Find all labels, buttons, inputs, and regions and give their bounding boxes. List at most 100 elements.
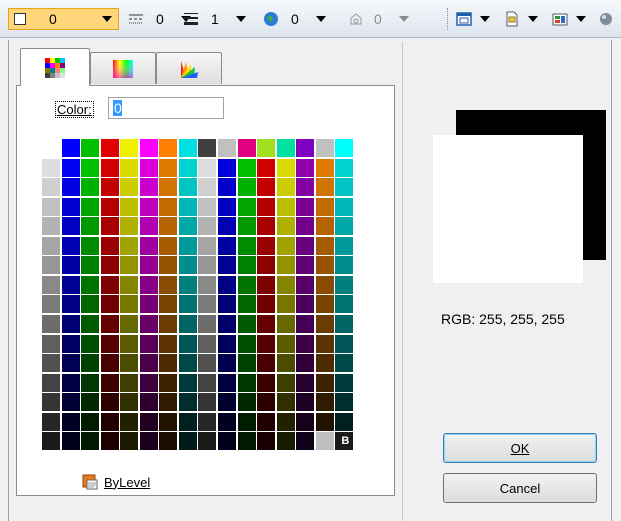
- color-swatch[interactable]: [178, 393, 197, 412]
- color-swatch[interactable]: [335, 275, 354, 294]
- tab-true-color[interactable]: [90, 52, 156, 84]
- color-swatch[interactable]: [296, 217, 315, 236]
- color-swatch[interactable]: [159, 373, 178, 392]
- properties-button[interactable]: [552, 0, 586, 38]
- color-swatch[interactable]: [178, 197, 197, 216]
- color-swatch[interactable]: [296, 393, 315, 412]
- color-swatch[interactable]: [237, 236, 256, 255]
- color-swatch[interactable]: [81, 412, 100, 431]
- color-swatch[interactable]: [257, 432, 276, 451]
- color-swatch[interactable]: [42, 139, 60, 157]
- render-button[interactable]: [598, 0, 614, 38]
- color-swatch[interactable]: [100, 354, 119, 373]
- color-swatch[interactable]: [296, 236, 315, 255]
- color-swatch[interactable]: [315, 412, 334, 431]
- color-swatch[interactable]: [139, 197, 158, 216]
- color-swatch[interactable]: [198, 412, 217, 431]
- color-swatch[interactable]: [120, 275, 139, 294]
- color-swatch[interactable]: [315, 432, 334, 451]
- color-swatch[interactable]: [61, 295, 80, 314]
- color-swatch[interactable]: [120, 373, 139, 392]
- color-swatch[interactable]: [335, 256, 354, 275]
- color-swatch[interactable]: [100, 236, 119, 255]
- color-swatch[interactable]: [218, 178, 237, 197]
- color-swatch[interactable]: [61, 158, 80, 177]
- color-swatch[interactable]: [159, 334, 178, 353]
- color-swatch[interactable]: [81, 275, 100, 294]
- color-index-grid[interactable]: B: [42, 139, 355, 452]
- color-swatch[interactable]: [42, 236, 60, 255]
- color-swatch[interactable]: [42, 217, 60, 236]
- color-swatch[interactable]: [276, 373, 295, 392]
- color-swatch[interactable]: [81, 432, 100, 451]
- color-swatch[interactable]: [178, 295, 197, 314]
- color-dropdown[interactable]: 0: [8, 8, 119, 30]
- color-swatch[interactable]: [198, 197, 217, 216]
- color-swatch[interactable]: [120, 158, 139, 177]
- color-swatch[interactable]: [42, 275, 60, 294]
- color-swatch[interactable]: [178, 217, 197, 236]
- color-swatch[interactable]: [42, 334, 60, 353]
- color-swatch[interactable]: [81, 139, 100, 157]
- color-swatch[interactable]: [237, 158, 256, 177]
- layer-state-button[interactable]: [456, 0, 490, 38]
- color-swatch[interactable]: [42, 178, 60, 197]
- color-swatch[interactable]: [139, 256, 158, 275]
- color-swatch[interactable]: [81, 373, 100, 392]
- color-swatch[interactable]: [139, 412, 158, 431]
- color-swatch[interactable]: [120, 236, 139, 255]
- color-swatch[interactable]: [42, 412, 60, 431]
- color-swatch[interactable]: [81, 393, 100, 412]
- color-swatch[interactable]: [276, 354, 295, 373]
- color-swatch[interactable]: [218, 295, 237, 314]
- color-swatch[interactable]: [315, 315, 334, 334]
- color-swatch[interactable]: [257, 139, 276, 157]
- color-swatch[interactable]: [335, 197, 354, 216]
- color-swatch[interactable]: [61, 373, 80, 392]
- color-swatch[interactable]: [61, 217, 80, 236]
- color-swatch[interactable]: [120, 432, 139, 451]
- color-swatch[interactable]: [237, 139, 256, 157]
- lineweight-dropdown[interactable]: 1: [183, 0, 246, 38]
- color-swatch[interactable]: [139, 334, 158, 353]
- color-swatch[interactable]: [218, 256, 237, 275]
- color-swatch[interactable]: [237, 295, 256, 314]
- color-swatch[interactable]: [257, 295, 276, 314]
- color-swatch[interactable]: [315, 256, 334, 275]
- color-swatch[interactable]: [237, 412, 256, 431]
- color-swatch[interactable]: [42, 393, 60, 412]
- color-swatch[interactable]: [139, 373, 158, 392]
- color-swatch[interactable]: [159, 315, 178, 334]
- color-swatch[interactable]: [335, 354, 354, 373]
- color-swatch[interactable]: [198, 139, 217, 157]
- color-swatch[interactable]: [100, 393, 119, 412]
- color-swatch[interactable]: [139, 236, 158, 255]
- color-swatch[interactable]: [159, 354, 178, 373]
- color-swatch[interactable]: [276, 139, 295, 157]
- tab-color-books[interactable]: [156, 52, 222, 84]
- color-swatch[interactable]: [100, 178, 119, 197]
- color-swatch[interactable]: [237, 275, 256, 294]
- color-swatch[interactable]: [257, 354, 276, 373]
- color-swatch[interactable]: [218, 217, 237, 236]
- color-swatch[interactable]: [257, 236, 276, 255]
- tab-index-color[interactable]: [20, 48, 90, 86]
- color-swatch[interactable]: [81, 256, 100, 275]
- color-swatch[interactable]: [257, 158, 276, 177]
- color-swatch[interactable]: [42, 373, 60, 392]
- color-swatch[interactable]: [257, 334, 276, 353]
- color-swatch[interactable]: [218, 236, 237, 255]
- color-swatch[interactable]: [100, 275, 119, 294]
- color-swatch[interactable]: [120, 139, 139, 157]
- color-swatch[interactable]: [257, 275, 276, 294]
- color-swatch[interactable]: [296, 139, 315, 157]
- color-swatch[interactable]: [42, 432, 60, 451]
- color-swatch[interactable]: [81, 158, 100, 177]
- color-swatch[interactable]: [81, 315, 100, 334]
- color-swatch[interactable]: [218, 432, 237, 451]
- color-swatch[interactable]: [178, 373, 197, 392]
- color-swatch[interactable]: [218, 412, 237, 431]
- color-swatch[interactable]: [100, 334, 119, 353]
- color-swatch[interactable]: [120, 178, 139, 197]
- color-swatch[interactable]: [276, 315, 295, 334]
